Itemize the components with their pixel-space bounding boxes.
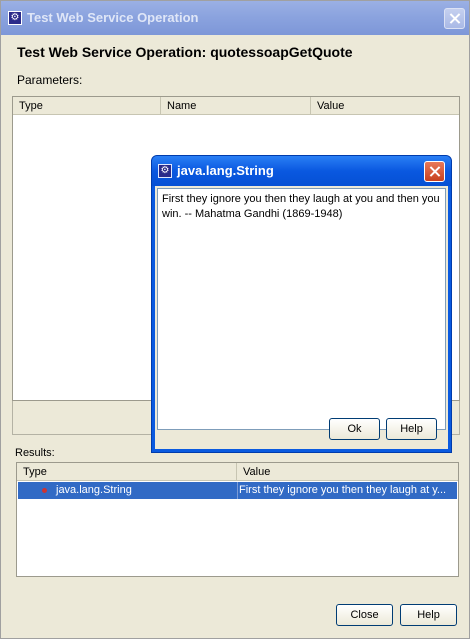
main-titlebar[interactable]: ⚙ Test Web Service Operation: [1, 1, 469, 35]
param-col-value[interactable]: Value: [311, 97, 459, 115]
dialog-titlebar[interactable]: ⚙ java.lang.String: [152, 156, 451, 186]
result-col-value[interactable]: Value: [237, 463, 458, 481]
param-col-type[interactable]: Type: [13, 97, 161, 115]
result-col-type[interactable]: Type: [17, 463, 237, 481]
page-title: Test Web Service Operation: quotessoapGe…: [17, 44, 353, 60]
dialog-text-area[interactable]: First they ignore you then they laugh at…: [157, 188, 446, 430]
dialog-app-icon: ⚙: [158, 164, 172, 178]
close-icon[interactable]: [444, 8, 465, 29]
dialog-close-icon[interactable]: [424, 161, 445, 182]
dialog-title: java.lang.String: [177, 163, 274, 178]
ok-button[interactable]: Ok: [329, 418, 380, 440]
help-button[interactable]: Help: [400, 604, 457, 626]
result-value-cell: First they ignore you then they laugh at…: [239, 484, 447, 496]
close-button[interactable]: Close: [336, 604, 393, 626]
window-title: Test Web Service Operation: [27, 10, 199, 25]
column-divider: [237, 482, 238, 499]
result-type-cell: java.lang.String: [56, 484, 132, 496]
app-icon: ⚙: [8, 11, 22, 25]
parameters-label: Parameters:: [17, 73, 83, 87]
results-label: Results:: [15, 447, 55, 459]
results-table[interactable]: Type Value java.lang.String First they i…: [16, 462, 459, 577]
bullet-icon: [42, 488, 47, 493]
dialog-body: First they ignore you then they laugh at…: [155, 186, 448, 449]
string-dialog: ⚙ java.lang.String First they ignore you…: [151, 155, 452, 453]
param-col-name[interactable]: Name: [161, 97, 311, 115]
table-row[interactable]: java.lang.String First they ignore you t…: [18, 482, 457, 499]
dialog-help-button[interactable]: Help: [386, 418, 437, 440]
